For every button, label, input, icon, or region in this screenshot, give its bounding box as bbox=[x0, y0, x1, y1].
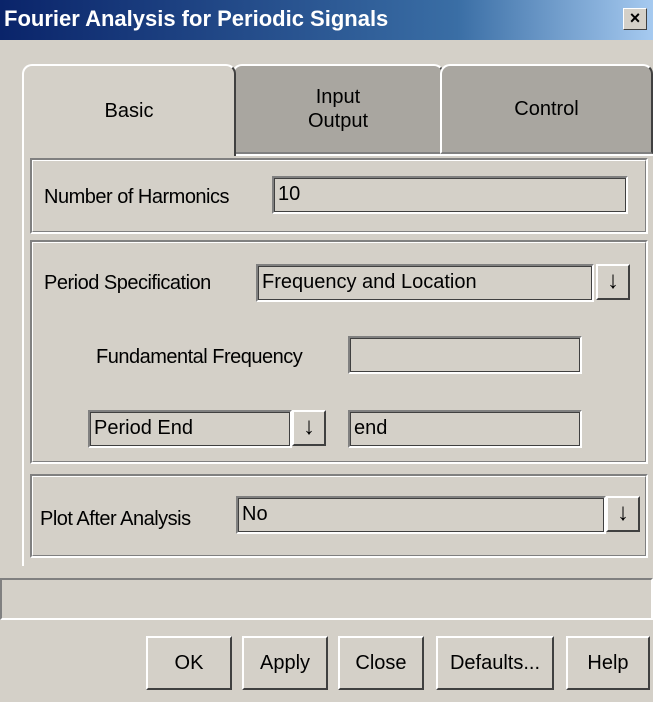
help-button[interactable]: Help bbox=[566, 636, 650, 690]
period-end-dropdown-icon[interactable]: ↓ bbox=[292, 410, 326, 446]
fundamental-frequency-input[interactable] bbox=[348, 336, 582, 374]
window-title: Fourier Analysis for Periodic Signals bbox=[4, 6, 389, 31]
period-spec-dropdown-icon[interactable]: ↓ bbox=[596, 264, 630, 300]
dialog-window: Fourier Analysis for Periodic Signals × … bbox=[0, 0, 653, 702]
period-spec-select[interactable]: Frequency and Location bbox=[256, 264, 594, 302]
status-bar bbox=[0, 578, 653, 620]
tab-input-output-label-line1: Input bbox=[315, 86, 361, 108]
close-button[interactable]: Close bbox=[338, 636, 424, 690]
plot-after-analysis-select[interactable]: No bbox=[236, 496, 606, 534]
harmonics-input[interactable]: 10 bbox=[272, 176, 628, 214]
harmonics-label: Number of Harmonics bbox=[44, 186, 230, 208]
plot-after-analysis-label: Plot After Analysis bbox=[40, 508, 191, 530]
defaults-button[interactable]: Defaults... bbox=[436, 636, 554, 690]
plot-group: Plot After Analysis No ↓ bbox=[30, 474, 648, 558]
apply-button[interactable]: Apply bbox=[242, 636, 328, 690]
period-spec-label: Period Specification bbox=[44, 272, 211, 294]
title-bar[interactable]: Fourier Analysis for Periodic Signals × bbox=[0, 0, 653, 40]
period-end-select[interactable]: Period End bbox=[88, 410, 292, 448]
tab-basic[interactable]: Basic bbox=[22, 64, 236, 156]
ok-button[interactable]: OK bbox=[146, 636, 232, 690]
harmonics-group: Number of Harmonics 10 bbox=[30, 158, 648, 234]
period-group: Period Specification Frequency and Locat… bbox=[30, 240, 648, 464]
fundamental-frequency-label: Fundamental Frequency bbox=[96, 346, 303, 368]
tab-input-output-label-line2: Output bbox=[307, 110, 369, 132]
period-end-input[interactable]: end bbox=[348, 410, 582, 448]
tab-control-label: Control bbox=[514, 98, 579, 120]
tab-basic-label: Basic bbox=[104, 100, 154, 122]
plot-after-analysis-dropdown-icon[interactable]: ↓ bbox=[606, 496, 640, 532]
tab-control[interactable]: Control bbox=[440, 64, 653, 154]
close-window-icon[interactable]: × bbox=[623, 8, 647, 30]
tab-input-output[interactable]: Input Output bbox=[232, 64, 444, 154]
